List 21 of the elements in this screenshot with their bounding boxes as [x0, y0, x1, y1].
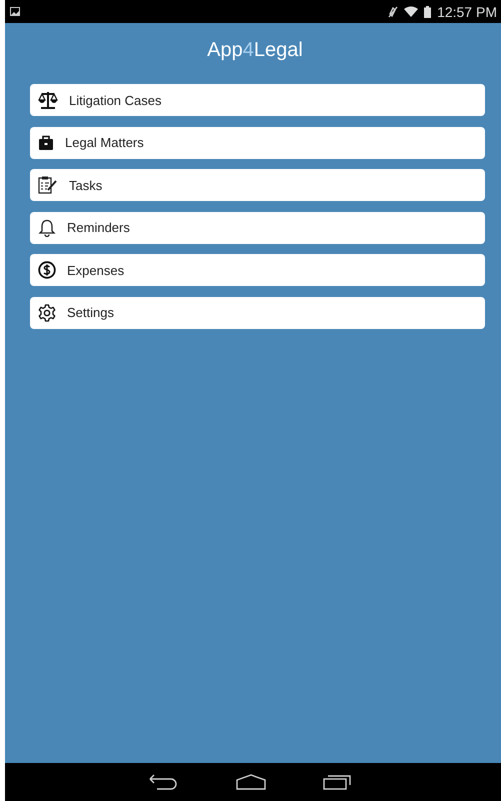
image-icon — [10, 7, 20, 16]
clipboard-icon — [38, 176, 58, 194]
menu-item[interactable]: Reminders — [30, 212, 485, 244]
wifi-icon — [404, 6, 418, 17]
recent-apps-icon[interactable] — [322, 774, 352, 790]
scales-icon — [38, 91, 58, 109]
mute-icon — [388, 6, 398, 18]
menu-item[interactable]: Settings — [30, 296, 485, 328]
bell-icon — [38, 218, 56, 236]
menu-item[interactable]: Legal Matters — [30, 126, 485, 158]
dollar-icon — [38, 261, 56, 279]
app-title: App4Legal — [206, 39, 304, 62]
home-icon[interactable] — [236, 774, 266, 790]
battery-icon — [424, 6, 432, 18]
status-time: 12:57 PM — [437, 4, 497, 20]
menu-item[interactable]: Litigation Cases — [30, 84, 485, 116]
menu-item[interactable]: Expenses — [30, 254, 485, 286]
back-icon[interactable] — [148, 774, 178, 790]
briefcase-icon — [38, 134, 54, 150]
settings-icon — [38, 304, 56, 322]
menu-item[interactable]: Tasks — [30, 169, 485, 201]
